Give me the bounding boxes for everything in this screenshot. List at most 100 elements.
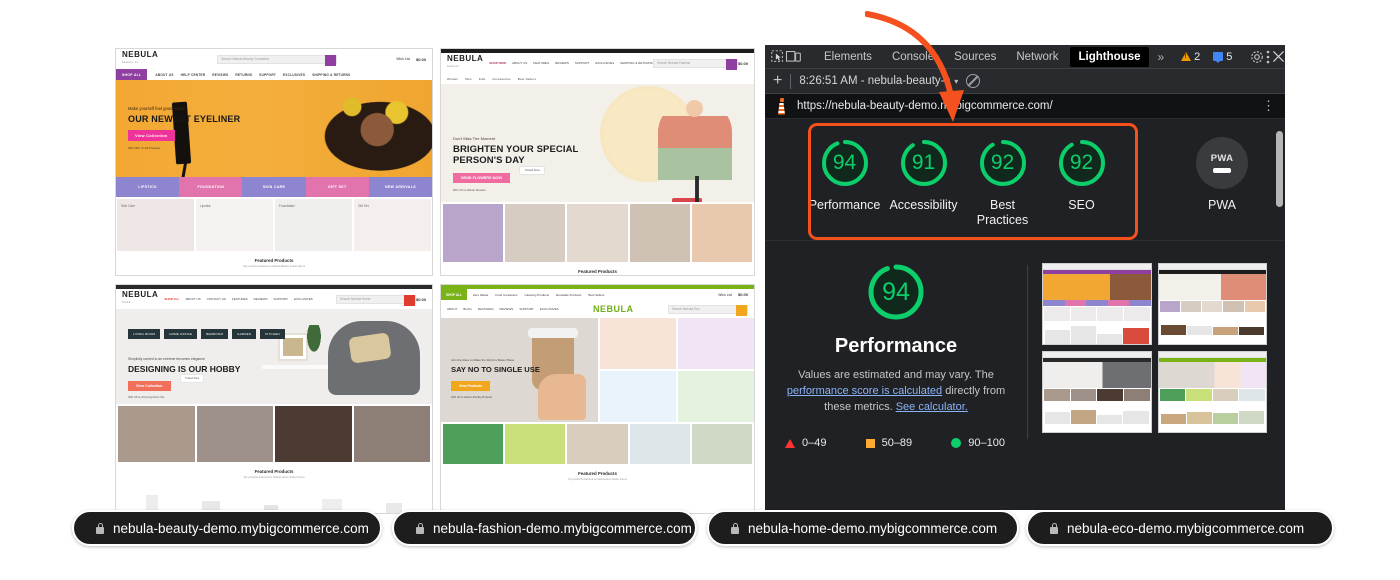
nav-item[interactable]: Food Containers bbox=[495, 293, 517, 297]
gauge-best-practices[interactable]: 92 Best Practices bbox=[963, 137, 1042, 228]
product-tile[interactable] bbox=[677, 318, 754, 369]
info-badge[interactable]: 5 bbox=[1209, 50, 1236, 64]
category-button[interactable]: HOME OFFICE bbox=[164, 329, 198, 339]
url-pill-beauty[interactable]: nebula-beauty-demo.mybigcommerce.com bbox=[72, 510, 382, 546]
shop-all-button[interactable]: SHOP ALL bbox=[441, 289, 467, 300]
run-selector[interactable]: 8:26:51 AM - nebula-beauty-c ▾ bbox=[799, 75, 958, 87]
nav-item[interactable]: REVIEWS bbox=[555, 61, 569, 65]
category-tile[interactable] bbox=[505, 204, 566, 262]
category-tile[interactable] bbox=[275, 406, 352, 462]
cart-total[interactable]: $0.00 bbox=[738, 61, 748, 66]
category-tile[interactable] bbox=[629, 204, 690, 262]
search-icon[interactable] bbox=[735, 304, 747, 316]
nav-item[interactable]: Men bbox=[465, 77, 471, 81]
nav-item[interactable]: HELP CENTER bbox=[181, 73, 206, 77]
nav-item[interactable]: ABOUT bbox=[447, 307, 457, 311]
search-icon[interactable] bbox=[325, 54, 337, 66]
category-link[interactable]: FOUNDATION bbox=[179, 177, 243, 197]
nav-item[interactable]: Women bbox=[447, 77, 458, 81]
product-tile[interactable] bbox=[599, 371, 676, 422]
nav-item[interactable]: SUPPORT bbox=[274, 297, 288, 301]
shop-all-button[interactable]: SHOP ALL bbox=[116, 69, 148, 80]
nav-item[interactable]: FEATURES bbox=[478, 307, 494, 311]
shop-all-button[interactable]: SHOP ALL bbox=[164, 297, 179, 301]
category-button[interactable]: KITCHEN bbox=[260, 329, 285, 339]
nav-item[interactable]: Accessories bbox=[492, 77, 510, 81]
nav-item[interactable]: EXCLUSIVES bbox=[283, 73, 305, 77]
nav-item[interactable]: Kids bbox=[479, 77, 486, 81]
filmstrip-frame[interactable] bbox=[1042, 263, 1152, 345]
nav-item[interactable]: EXCLUSIVES bbox=[294, 297, 313, 301]
panel-scrollbar[interactable] bbox=[1276, 131, 1283, 207]
filmstrip-frame[interactable] bbox=[1157, 263, 1267, 345]
wishlist-link[interactable]: Wish List bbox=[396, 57, 410, 61]
url-pill-fashion[interactable]: nebula-fashion-demo.mybigcommerce.com bbox=[392, 510, 697, 546]
nav-item[interactable]: SUPPORT bbox=[519, 307, 533, 311]
nav-item[interactable]: BLOG bbox=[463, 307, 471, 311]
product-tile[interactable] bbox=[677, 371, 754, 422]
nav-item[interactable]: SHIPPING & RETURNS bbox=[312, 73, 350, 77]
search-icon[interactable] bbox=[403, 294, 415, 306]
site-search-input[interactable]: Search Nebula Beauty Cosmetics bbox=[217, 54, 338, 66]
hero-cta-button[interactable]: SEND FLOWERS NOW bbox=[453, 173, 510, 183]
shop-now-button[interactable]: SHOP NOW bbox=[489, 61, 506, 65]
site-search-input[interactable]: Search Nebula Home bbox=[335, 294, 416, 306]
gauge-performance[interactable]: 94 Performance bbox=[805, 137, 884, 213]
gauge-seo[interactable]: 92 SEO bbox=[1042, 137, 1121, 213]
hero-cta-button[interactable]: View Products bbox=[451, 381, 491, 391]
site-search-input[interactable]: Search Nebula Fashion bbox=[652, 58, 738, 70]
new-run-button[interactable]: + bbox=[773, 73, 782, 89]
nav-item[interactable]: REVIEWS bbox=[212, 73, 228, 77]
product-tile[interactable] bbox=[599, 318, 676, 369]
search-icon[interactable] bbox=[725, 58, 737, 70]
cart-total[interactable]: $0.00 bbox=[738, 292, 748, 297]
screenshot-eco-store[interactable]: SHOP ALL Zero Waste Food Containers Clea… bbox=[440, 284, 755, 514]
url-pill-home[interactable]: nebula-home-demo.mybigcommerce.com bbox=[707, 510, 1019, 546]
device-toolbar-icon[interactable] bbox=[786, 47, 801, 67]
filmstrip-frame[interactable] bbox=[1157, 351, 1267, 433]
nav-item[interactable]: RETURNS bbox=[235, 73, 252, 77]
category-link[interactable]: GIFT SET bbox=[305, 177, 369, 197]
tab-lighthouse[interactable]: Lighthouse bbox=[1069, 46, 1150, 67]
nav-item[interactable]: FEATURES bbox=[232, 297, 248, 301]
nav-item[interactable]: Reusable Products bbox=[556, 293, 581, 297]
screenshot-beauty-store[interactable]: NEBULA beauty co Search Nebula Beauty Co… bbox=[115, 48, 433, 276]
category-tile[interactable]: Gift Set bbox=[354, 199, 431, 251]
category-tile[interactable]: Foundation bbox=[275, 199, 352, 251]
category-tile[interactable] bbox=[691, 204, 753, 262]
gauge-pwa[interactable]: PWA PWA bbox=[1179, 137, 1265, 212]
nav-item[interactable]: SUPPORT bbox=[575, 61, 589, 65]
cart-total[interactable]: $0.00 bbox=[416, 57, 426, 62]
filmstrip-frame[interactable] bbox=[1042, 351, 1152, 433]
nav-item[interactable]: REVIEWS bbox=[254, 297, 268, 301]
tab-console[interactable]: Console bbox=[883, 47, 943, 67]
screenshot-fashion-store[interactable]: NEBULA fashion SHOP NOW ABOUT US FEATURE… bbox=[440, 48, 755, 276]
category-button[interactable]: LIVING ROOM bbox=[128, 329, 161, 339]
lifestyle-tile[interactable] bbox=[505, 424, 566, 464]
kebab-menu-icon[interactable]: ⋮ bbox=[1262, 99, 1275, 112]
nav-item[interactable]: FEATURES bbox=[533, 61, 549, 65]
nav-item[interactable]: SUPPORT bbox=[259, 73, 276, 77]
category-link[interactable]: SKIN CARE bbox=[242, 177, 306, 197]
category-tile[interactable] bbox=[567, 204, 628, 262]
tab-sources[interactable]: Sources bbox=[945, 47, 1005, 67]
category-button[interactable]: BEDROOM bbox=[201, 329, 229, 339]
tab-elements[interactable]: Elements bbox=[815, 47, 881, 67]
category-tile[interactable] bbox=[353, 406, 430, 462]
nav-item[interactable]: Best Sellers bbox=[518, 77, 536, 81]
close-icon[interactable] bbox=[1272, 47, 1285, 67]
nav-item[interactable]: EXCLUSIVES bbox=[540, 307, 559, 311]
lifestyle-tile[interactable] bbox=[567, 424, 628, 464]
url-pill-eco[interactable]: nebula-eco-demo.mybigcommerce.com bbox=[1026, 510, 1334, 546]
lifestyle-tile[interactable] bbox=[629, 424, 690, 464]
tab-network[interactable]: Network bbox=[1007, 47, 1067, 67]
see-calculator-link[interactable]: See calculator. bbox=[896, 401, 968, 413]
category-tile[interactable] bbox=[118, 406, 195, 462]
lifestyle-tile[interactable] bbox=[691, 424, 753, 464]
warning-badge[interactable]: 2 bbox=[1177, 50, 1204, 64]
hero-cta-button[interactable]: View Collection bbox=[128, 130, 175, 141]
inspect-element-icon[interactable] bbox=[771, 47, 784, 67]
nav-item[interactable]: Zero Waste bbox=[473, 293, 488, 297]
category-link[interactable]: LIPSTICK bbox=[116, 177, 180, 197]
kebab-menu-icon[interactable] bbox=[1266, 47, 1270, 67]
